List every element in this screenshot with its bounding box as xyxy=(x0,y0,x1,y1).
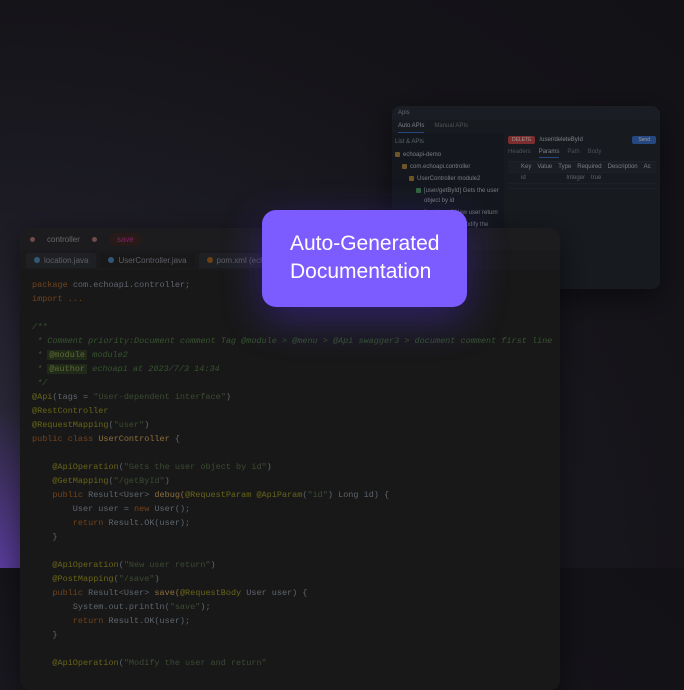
tree-package[interactable]: com.echoapi.controller xyxy=(402,161,501,173)
table-row[interactable]: id Integer true xyxy=(508,173,656,184)
http-method-badge[interactable]: DELETE xyxy=(508,136,535,144)
detail-tabs[interactable]: Headers Params Path Body xyxy=(508,147,656,158)
breadcrumb-icon xyxy=(92,237,97,242)
editor-tab[interactable]: location.java xyxy=(26,253,96,268)
breadcrumb[interactable]: controller xyxy=(47,235,80,244)
get-icon xyxy=(416,188,421,193)
api-top-tabs[interactable]: Auto APIs Manual APIs xyxy=(392,120,660,133)
badge-line1: Auto-Generated xyxy=(290,230,439,258)
feature-badge: Auto-Generated Documentation xyxy=(262,210,467,307)
tab-headers[interactable]: Headers xyxy=(508,147,531,158)
xml-file-icon xyxy=(207,257,213,263)
table-header-row: Key Value Type Required Description Ac xyxy=(508,162,656,173)
editor-tab[interactable]: UserController.java xyxy=(100,253,194,268)
table-row[interactable] xyxy=(508,184,656,189)
badge-line2: Documentation xyxy=(290,258,439,286)
tab-params[interactable]: Params xyxy=(539,147,560,158)
tab-auto-apis[interactable]: Auto APIs xyxy=(398,120,424,133)
tree-title: List & APIs xyxy=(395,137,501,147)
send-button[interactable]: Send xyxy=(632,136,656,144)
folder-icon xyxy=(395,152,400,157)
api-panel-title: Apis xyxy=(398,110,410,116)
tree-project[interactable]: echoapi-demo xyxy=(395,149,501,161)
tab-body[interactable]: Body xyxy=(588,147,602,158)
java-file-icon xyxy=(108,257,114,263)
breadcrumb-icon xyxy=(30,237,35,242)
params-table: Key Value Type Required Description Ac i… xyxy=(508,161,656,189)
tree-controller[interactable]: UserController module2 xyxy=(409,173,501,185)
java-file-icon xyxy=(34,257,40,263)
code-body[interactable]: package com.echoapi.controller; import .… xyxy=(20,270,560,690)
folder-icon xyxy=(402,164,407,169)
breadcrumb-file[interactable]: save xyxy=(109,233,142,246)
tab-manual-apis[interactable]: Manual APIs xyxy=(434,120,468,133)
endpoint-path[interactable]: /user/deleteById xyxy=(539,137,628,143)
api-panel-header: Apis xyxy=(392,106,660,120)
tab-path[interactable]: Path xyxy=(567,147,579,158)
tree-endpoint[interactable]: [user/getById] Gets the user object by i… xyxy=(416,185,501,207)
folder-icon xyxy=(409,176,414,181)
